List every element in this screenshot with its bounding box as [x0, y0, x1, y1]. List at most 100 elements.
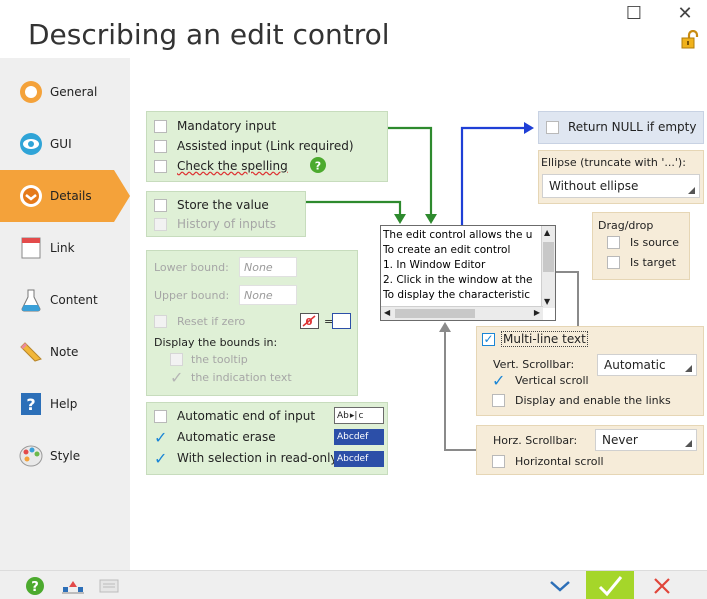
scroll-thumb[interactable] [543, 242, 554, 272]
scroll-right-icon[interactable]: ▶ [534, 308, 540, 317]
checkbox[interactable] [492, 394, 505, 407]
checkbox[interactable] [154, 139, 167, 153]
checkbox [154, 315, 167, 328]
help-icon[interactable]: ? [310, 157, 326, 173]
sidebar-item-details[interactable]: Details [0, 170, 130, 222]
cancel-button[interactable] [636, 571, 688, 599]
horizontal-scrollbar[interactable]: ◀ ▶ [381, 306, 543, 320]
enable-links-checkbox[interactable]: Display and enable the links [492, 394, 671, 407]
indication-text-checkbox: ✓ the indication text [170, 368, 292, 387]
horz-scrollbar-label: Horz. Scrollbar: [493, 434, 578, 447]
vert-scrollbar-label: Vert. Scrollbar: [493, 358, 575, 371]
checkmark-icon: ✓ [170, 368, 184, 387]
style-palette-icon [18, 443, 44, 469]
ellipse-label: Ellipse (truncate with '...'): [541, 156, 686, 169]
checkbox[interactable] [154, 159, 167, 173]
checkbox[interactable] [492, 455, 505, 468]
return-null-checkbox[interactable]: Return NULL if empty [546, 120, 696, 134]
sidebar-item-label: Note [50, 345, 79, 359]
ok-button[interactable] [586, 571, 634, 599]
scroll-down-icon[interactable]: ▼ [544, 297, 550, 306]
scroll-up-icon[interactable]: ▲ [544, 228, 550, 237]
selection-readonly-sample: Abcdef [334, 451, 384, 467]
scroll-left-icon[interactable]: ◀ [384, 308, 390, 317]
checkbox [170, 353, 183, 366]
vert-scrollbar-select[interactable]: Automatic [597, 354, 697, 376]
is-source-checkbox[interactable]: Is source [607, 236, 679, 249]
gui-eye-icon [18, 131, 44, 157]
upper-bound-label: Upper bound: [154, 289, 230, 302]
link-icon [18, 235, 44, 261]
arrow-icon: ▸| [349, 410, 358, 421]
is-target-checkbox[interactable]: Is target [607, 256, 676, 269]
checkbox[interactable] [607, 236, 620, 249]
svg-text:=: = [324, 315, 333, 328]
sidebar-item-note[interactable]: Note [0, 326, 130, 378]
mandatory-input-checkbox[interactable]: Mandatory input [154, 119, 276, 133]
title-bar: Describing an edit control ☐ ✕ [0, 0, 707, 58]
sidebar-item-gui[interactable]: GUI [0, 118, 130, 170]
sidebar-item-label: GUI [50, 137, 72, 151]
sidebar-item-label: Content [50, 293, 98, 307]
help-button[interactable]: ? [24, 571, 46, 599]
vertical-scroll-checkbox[interactable]: ✓ Vertical scroll [492, 373, 589, 389]
svg-text:?: ? [315, 160, 321, 173]
multiline-checkbox[interactable]: ✓ Multi-line text [482, 331, 588, 347]
edit-control-preview: The edit control allows the u To create … [380, 225, 556, 321]
checkbox[interactable]: ✓ [482, 331, 495, 346]
checkmark-icon: ✓ [154, 427, 168, 447]
checkbox[interactable] [154, 198, 167, 212]
sidebar-item-general[interactable]: General [0, 66, 130, 118]
sidebar-item-label: Help [50, 397, 78, 411]
sidebar-item-label: General [50, 85, 98, 99]
upper-bound-input[interactable]: None [239, 285, 297, 305]
sidebar-item-link[interactable]: Link [0, 222, 130, 274]
sidebar: General GUI Details Link Content Note ? [0, 58, 130, 570]
auto-erase-sample: Abcdef [334, 429, 384, 445]
content-flask-icon [18, 287, 44, 313]
footer-bar: ? [0, 570, 707, 599]
display-bounds-label: Display the bounds in: [154, 336, 278, 349]
sidebar-item-label: Details [50, 189, 92, 203]
check-spelling-checkbox[interactable]: Check the spelling [154, 159, 288, 173]
help-icon: ? [18, 391, 44, 417]
horz-scrollbar-select[interactable]: Never [595, 429, 697, 451]
sidebar-item-label: Link [50, 241, 75, 255]
window-title: Describing an edit control [28, 18, 390, 51]
store-value-checkbox[interactable]: Store the value [154, 198, 269, 212]
shapes-button[interactable] [58, 571, 88, 599]
checkbox [154, 217, 167, 231]
reset-zero-sample-icon: 0 = [300, 313, 352, 329]
note-pencil-icon [18, 339, 44, 365]
auto-end-input-checkbox[interactable]: Automatic end of input [154, 409, 315, 423]
sidebar-item-style[interactable]: Style [0, 430, 130, 482]
selection-readonly-checkbox[interactable]: ✓ With selection in read-only [154, 450, 338, 466]
checkbox[interactable] [154, 409, 167, 423]
scroll-thumb[interactable] [395, 309, 475, 318]
notes-button[interactable] [94, 571, 124, 599]
horizontal-scroll-checkbox[interactable]: Horizontal scroll [492, 455, 604, 468]
vertical-scrollbar[interactable]: ▲ ▼ [541, 226, 555, 308]
dropdown-arrow-icon [688, 187, 695, 194]
lock-icon[interactable] [680, 29, 700, 50]
more-options-button[interactable] [534, 571, 586, 599]
tooltip-checkbox: the tooltip [170, 353, 248, 366]
maximize-button[interactable]: ☐ [622, 4, 646, 24]
checkbox[interactable] [546, 120, 559, 134]
history-inputs-checkbox: History of inputs [154, 217, 276, 231]
close-button[interactable]: ✕ [673, 4, 697, 24]
checkbox[interactable] [154, 119, 167, 133]
lower-bound-input[interactable]: None [239, 257, 297, 277]
reset-zero-checkbox: Reset if zero [154, 315, 245, 328]
auto-erase-checkbox[interactable]: ✓ Automatic erase [154, 427, 276, 447]
dragdrop-title: Drag/drop [598, 219, 654, 232]
dropdown-arrow-icon [685, 440, 692, 447]
checkbox[interactable] [607, 256, 620, 269]
sidebar-item-help[interactable]: ? Help [0, 378, 130, 430]
sidebar-item-content[interactable]: Content [0, 274, 130, 326]
checkmark-icon: ✓ [483, 331, 494, 346]
svg-text:?: ? [26, 395, 35, 414]
dropdown-arrow-icon [685, 365, 692, 372]
ellipse-select[interactable]: Without ellipse [542, 174, 700, 198]
assisted-input-checkbox[interactable]: Assisted input (Link required) [154, 139, 354, 153]
